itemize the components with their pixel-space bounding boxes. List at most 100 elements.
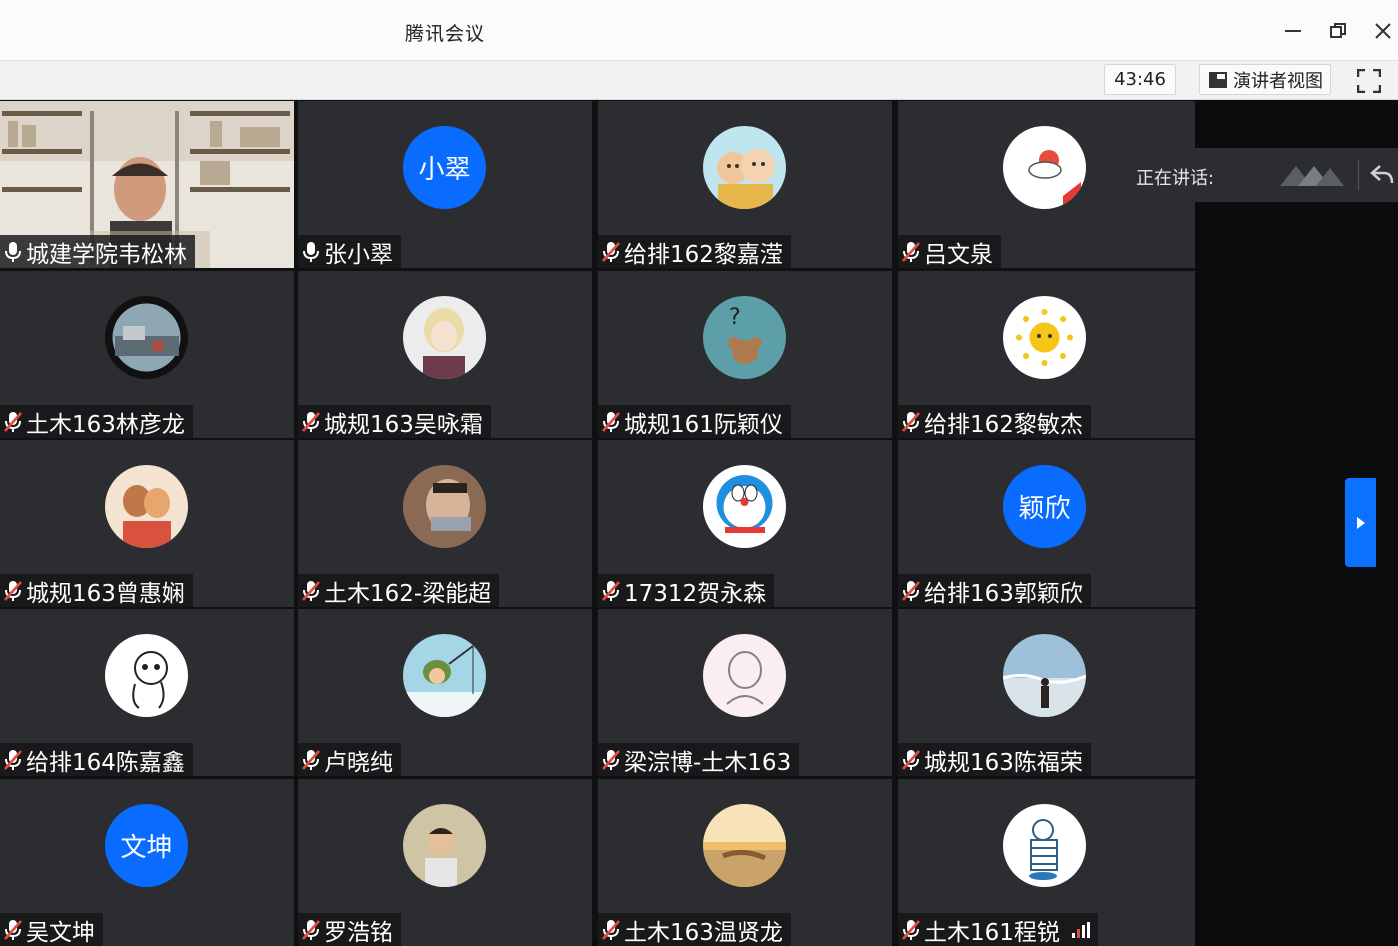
participant-tile[interactable]: 城规163陈福荣 [898,609,1195,776]
participant-name: 城规163陈福荣 [924,743,1083,777]
participant-avatar [403,634,486,717]
participant-tile[interactable]: 土木162-梁能超 [298,440,592,607]
participant-tile[interactable]: 城规163曾惠娴 [0,440,294,607]
mic-muted-icon [2,410,24,434]
participant-avatar: 颖欣 [1003,465,1086,548]
mic-muted-icon [900,748,922,772]
participant-tile[interactable]: 给排162黎敏杰 [898,271,1195,438]
restore-button[interactable] [1320,14,1356,48]
participant-name: 给排162黎嘉滢 [624,235,783,269]
meeting-toolbar: 43:46 演讲者视图 [0,61,1398,100]
participant-nameplate: 卢晓纯 [298,743,401,776]
video-stage: 城建学院韦松林小翠张小翠给排162黎嘉滢吕文泉土木163林彦龙城规163吴咏霜?… [0,100,1398,942]
participant-name: 吕文泉 [924,235,993,269]
participant-tile[interactable]: 给排162黎嘉滢 [598,101,892,268]
participant-avatar [1003,634,1086,717]
participant-avatar [1003,296,1086,379]
participant-tile[interactable]: 小翠张小翠 [298,101,592,268]
participant-nameplate: 张小翠 [298,235,401,268]
participant-avatar [703,804,786,887]
speaking-label: 正在讲话: [1136,164,1214,190]
participant-avatar [403,465,486,548]
participant-name: 城规163吴咏霜 [324,405,483,439]
participant-nameplate: 给排162黎嘉滢 [598,235,791,268]
participant-nameplate: 罗浩铭 [298,913,401,946]
participant-name: 罗浩铭 [324,913,393,946]
avatar-initials: 文坤 [120,827,172,864]
participant-nameplate: 给排162黎敏杰 [898,405,1091,438]
participant-tile[interactable]: 卢晓纯 [298,609,592,776]
participant-name: 城建学院韦松林 [26,235,187,269]
participant-avatar [703,126,786,209]
participant-nameplate: 给排164陈嘉鑫 [0,743,193,776]
participant-avatar [703,465,786,548]
participant-tile[interactable]: 罗浩铭 [298,779,592,946]
fullscreen-button[interactable] [1352,66,1386,96]
participant-nameplate: 吕文泉 [898,235,1001,268]
participant-name: 17312贺永森 [624,574,766,608]
participant-avatar: ? [703,296,786,379]
participant-nameplate: 城规163吴咏霜 [298,405,491,438]
mic-muted-icon [2,579,24,603]
mic-muted-icon [900,410,922,434]
participant-name: 给排163郭颖欣 [924,574,1083,608]
participant-tile[interactable]: ? 城规161阮颖仪 [598,271,892,438]
participant-tile[interactable]: 17312贺永森 [598,440,892,607]
participant-nameplate: 土木162-梁能超 [298,574,499,607]
window-title: 腾讯会议 [405,19,485,46]
participant-tile[interactable]: 颖欣给排163郭颖欣 [898,440,1195,607]
participant-tile[interactable]: 给排164陈嘉鑫 [0,609,294,776]
participant-nameplate: 城建学院韦松林 [0,235,195,268]
participant-nameplate: 城规161阮颖仪 [598,405,791,438]
avatar-initials: 小翠 [418,149,470,186]
mic-muted-icon [900,240,922,264]
participant-name: 土木163林彦龙 [26,405,185,439]
participant-tile[interactable]: 土木163温贤龙 [598,779,892,946]
participant-nameplate: 梁淙博-土木163 [598,743,799,776]
close-icon [1374,22,1392,40]
participant-nameplate: 17312贺永森 [598,574,774,607]
participant-avatar [403,804,486,887]
signal-strength-icon [1072,922,1090,938]
svg-text:?: ? [729,305,741,330]
mic-on-icon [2,240,24,264]
participant-nameplate: 土木163林彦龙 [0,405,193,438]
participant-tile[interactable]: 土木161程锐 [898,779,1195,946]
participant-nameplate: 给排163郭颖欣 [898,574,1091,607]
participant-name: 城规163曾惠娴 [26,574,185,608]
participant-name: 给排162黎敏杰 [924,405,1083,439]
meeting-timer: 43:46 [1104,64,1176,95]
participant-avatar [703,634,786,717]
mic-muted-icon [600,748,622,772]
participant-name: 土木161程锐 [924,913,1060,946]
participant-nameplate: 土木161程锐 [898,913,1098,946]
participant-nameplate: 城规163陈福荣 [898,743,1091,776]
collapse-icon[interactable] [1370,163,1394,185]
participant-tile[interactable]: 梁淙博-土木163 [598,609,892,776]
mic-muted-icon [600,240,622,264]
participant-avatar [1003,804,1086,887]
participant-tile[interactable]: 城规163吴咏霜 [298,271,592,438]
mic-muted-icon [600,410,622,434]
participant-nameplate: 土木163温贤龙 [598,913,791,946]
mic-muted-icon [300,918,322,942]
participant-tile[interactable]: 土木163林彦龙 [0,271,294,438]
participant-avatar [105,296,188,379]
participant-tile[interactable]: 城建学院韦松林 [0,101,294,268]
expand-panel-button[interactable] [1345,478,1376,567]
participant-avatar [105,465,188,548]
speaker-avatars-icon [1278,160,1348,192]
participant-name: 梁淙博-土木163 [624,743,791,777]
chevron-right-icon [1356,516,1366,530]
layout-icon [1208,70,1228,90]
participant-tile[interactable]: 文坤吴文坤 [0,779,294,946]
avatar-initials: 颖欣 [1018,488,1070,525]
close-button[interactable] [1365,14,1398,48]
mic-muted-icon [300,579,322,603]
speaking-indicator: 正在讲话: [1118,148,1398,202]
mic-muted-icon [300,748,322,772]
minimize-button[interactable] [1275,14,1311,48]
mic-muted-icon [2,748,24,772]
speaker-view-label: 演讲者视图 [1233,67,1323,93]
speaker-view-button[interactable]: 演讲者视图 [1199,64,1331,95]
